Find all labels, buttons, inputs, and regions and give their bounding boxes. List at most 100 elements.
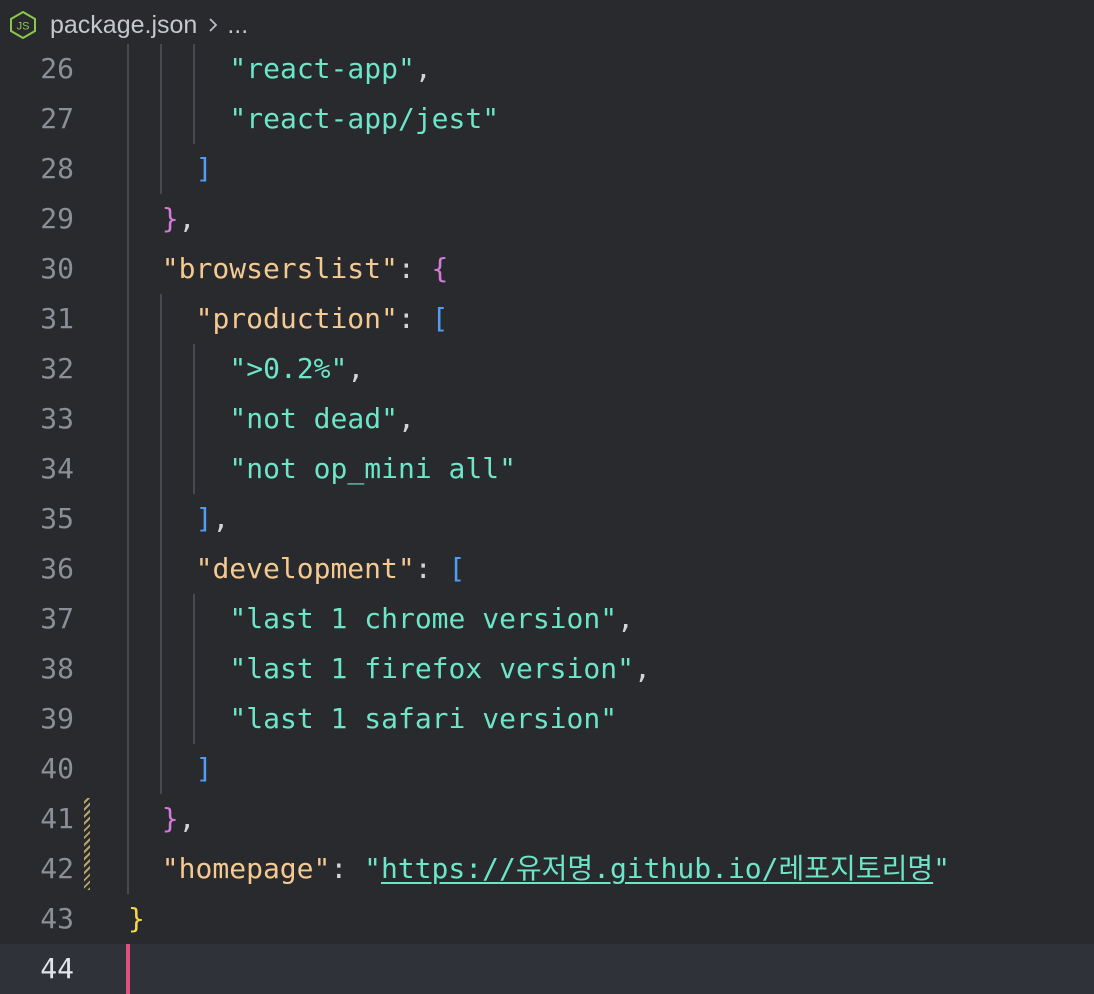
text-cursor [126, 944, 130, 994]
code-text: } [128, 894, 145, 944]
code-token: "development" [195, 552, 415, 585]
indent-guide [160, 44, 162, 194]
code-token: , [212, 502, 230, 535]
code-text: ] [196, 744, 213, 794]
code-line[interactable]: 34 "not op_mini all" [0, 444, 1094, 494]
code-token: " [364, 852, 381, 885]
line-number: 39 [40, 702, 74, 735]
code-editor[interactable]: 26 "react-app", 27 "react-app/jest" 28] 29}, 3… [0, 44, 1094, 994]
code-text: "development": [ [196, 544, 466, 594]
code-token: "production" [195, 302, 398, 335]
code-token: [ [431, 302, 449, 335]
code-token: , [397, 402, 415, 435]
line-number: 41 [40, 802, 74, 835]
nodejs-icon: JS [10, 10, 36, 40]
code-token: ">0.2%" [229, 352, 348, 385]
indent-guide [193, 344, 195, 494]
code-token: , [414, 52, 432, 85]
code-token: " [933, 852, 950, 885]
code-token: ] [195, 752, 213, 785]
code-text: "react-app/jest" [229, 94, 499, 144]
line-number: 38 [40, 652, 74, 685]
code-token: , [347, 352, 365, 385]
line-number: 30 [40, 252, 74, 285]
modified-lines-marker[interactable] [84, 798, 90, 890]
code-token: : [330, 852, 365, 885]
code-token: "last 1 chrome version" [229, 602, 618, 635]
code-line[interactable]: 35], [0, 494, 1094, 544]
code-link[interactable]: https://유저명.github.io/레포지토리명 [381, 852, 933, 885]
line-number: 35 [40, 502, 74, 535]
line-number: 44 [40, 952, 74, 985]
line-number: 28 [40, 152, 74, 185]
code-text: ], [196, 494, 230, 544]
code-line[interactable]: 32 ">0.2%", [0, 344, 1094, 394]
code-token: "not dead" [229, 402, 398, 435]
code-text: "react-app", [229, 44, 431, 94]
code-token: : [414, 552, 449, 585]
code-line[interactable]: 33 "not dead", [0, 394, 1094, 444]
line-number: 43 [40, 902, 74, 935]
code-token: } [161, 202, 179, 235]
code-text: "production": [ [196, 294, 449, 344]
chevron-right-icon [209, 18, 218, 32]
code-text: "last 1 chrome version", [229, 594, 634, 644]
line-number: 34 [40, 452, 74, 485]
code-line[interactable]: 37 "last 1 chrome version", [0, 594, 1094, 644]
code-text: "last 1 safari version" [229, 694, 617, 744]
code-token: "react-app" [229, 52, 415, 85]
code-token: [ [448, 552, 466, 585]
code-line[interactable]: 38 "last 1 firefox version", [0, 644, 1094, 694]
code-line[interactable]: 31 "production": [ [0, 294, 1094, 344]
code-token: : [397, 252, 432, 285]
indent-guide [193, 594, 195, 744]
code-line[interactable]: 44 [0, 944, 1094, 994]
code-token: : [397, 302, 432, 335]
svg-text:JS: JS [17, 21, 30, 33]
code-text: "browserslist": { [162, 244, 449, 294]
code-token: } [161, 802, 179, 835]
code-token: "not op_mini all" [229, 452, 516, 485]
code-line[interactable]: 43} [0, 894, 1094, 944]
code-text: "last 1 firefox version", [229, 644, 650, 694]
code-line[interactable]: 28] [0, 144, 1094, 194]
code-token: , [178, 802, 196, 835]
code-token: { [431, 252, 449, 285]
code-token: "last 1 safari version" [229, 702, 618, 735]
indent-guide [160, 294, 162, 794]
code-token: "homepage" [161, 852, 331, 885]
line-number: 36 [40, 552, 74, 585]
code-text: ] [196, 144, 213, 194]
line-number: 32 [40, 352, 74, 385]
line-number: 27 [40, 102, 74, 135]
code-token: ] [195, 502, 213, 535]
code-token: } [128, 902, 145, 935]
line-number: 37 [40, 602, 74, 635]
code-line[interactable]: 42 "homepage": "https://유저명.github.io/레포지… [0, 844, 1094, 894]
code-text: }, [162, 194, 196, 244]
code-text: }, [162, 794, 196, 844]
code-token: ] [195, 152, 213, 185]
code-text: "not op_mini all" [229, 444, 516, 494]
breadcrumb: JS package.json ... [0, 0, 1094, 50]
line-number: 31 [40, 302, 74, 335]
code-line[interactable]: 30 "browserslist": { [0, 244, 1094, 294]
code-line[interactable]: 29}, [0, 194, 1094, 244]
code-text: ">0.2%", [229, 344, 364, 394]
code-token: , [178, 202, 196, 235]
line-number: 26 [40, 52, 74, 85]
breadcrumb-more[interactable]: ... [227, 11, 248, 40]
code-line[interactable]: 27 "react-app/jest" [0, 94, 1094, 144]
code-line[interactable]: 36 "development": [ [0, 544, 1094, 594]
code-token: "last 1 firefox version" [229, 652, 634, 685]
code-line[interactable]: 41}, [0, 794, 1094, 844]
code-line[interactable]: 40] [0, 744, 1094, 794]
line-number: 29 [40, 202, 74, 235]
indent-guide [127, 44, 129, 894]
code-line[interactable]: 39 "last 1 safari version" [0, 694, 1094, 744]
code-line[interactable]: 26 "react-app", [0, 44, 1094, 94]
code-token: "react-app/jest" [229, 102, 500, 135]
breadcrumb-file[interactable]: package.json [50, 11, 197, 40]
code-token: , [617, 602, 634, 635]
code-text: "not dead", [229, 394, 414, 444]
